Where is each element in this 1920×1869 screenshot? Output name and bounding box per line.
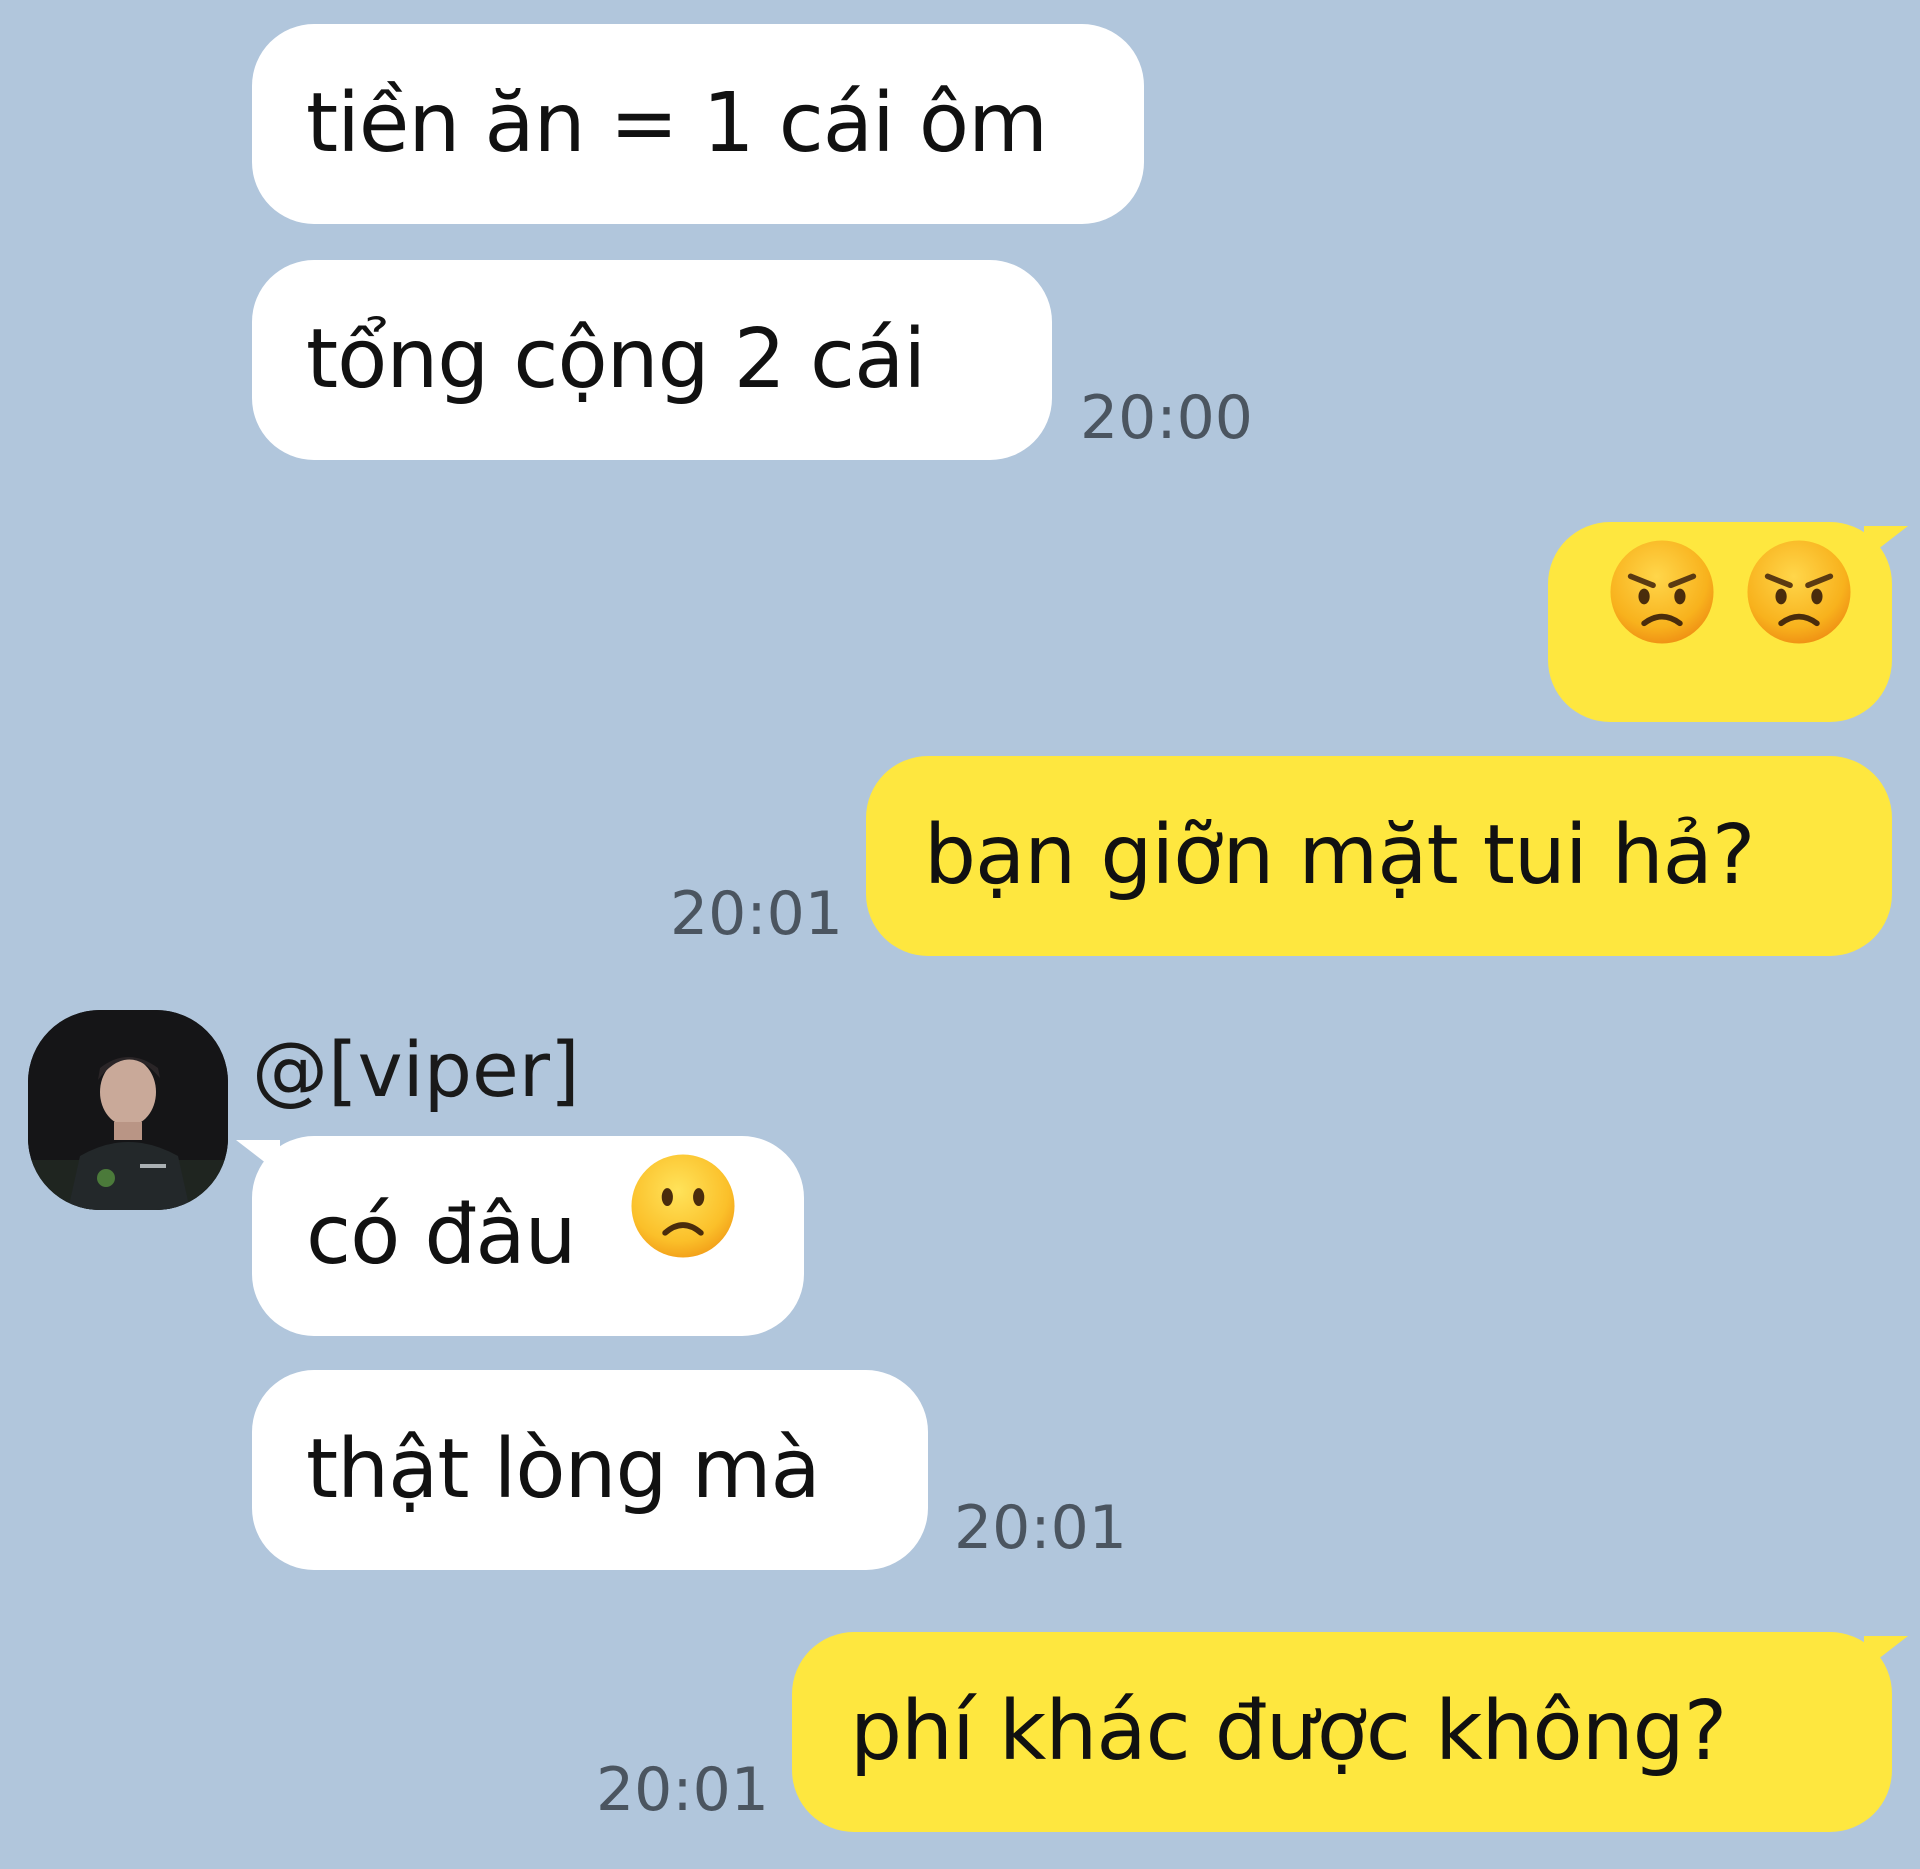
sender-name[interactable]: @[viper] [252,1030,580,1110]
outgoing-message-bubble[interactable]: bạn giỡn mặt tui hả? [866,756,1892,956]
bubble-tail [236,1140,280,1174]
message-text: tiền ăn = 1 cái ôm [306,76,1048,171]
profile-photo-icon [28,1010,228,1210]
incoming-message-bubble[interactable]: tổng cộng 2 cái [252,260,1052,460]
message-text: có đâu [306,1188,577,1283]
message-text: tổng cộng 2 cái [306,312,926,407]
message-timestamp: 20:01 [954,1493,1127,1563]
message-text: thật lòng mà [306,1422,821,1517]
outgoing-message-bubble[interactable]: phí khác được không? [792,1632,1908,1832]
message-timestamp: 20:00 [1080,383,1253,453]
message-text: phí khác được không? [850,1684,1727,1779]
incoming-message-bubble[interactable]: tiền ăn = 1 cái ôm [252,24,1144,224]
incoming-message-bubble[interactable]: thật lòng mà [252,1370,928,1570]
slightly-frowning-face-icon [627,1135,739,1335]
message-timestamp: 20:01 [670,879,843,949]
pouting-face-icon [1743,521,1855,721]
bubble-tail [1864,1636,1908,1670]
message-text: bạn giỡn mặt tui hả? [924,808,1755,903]
outgoing-message-bubble[interactable] [1548,521,1908,722]
bubble-tail [1864,526,1908,560]
avatar[interactable] [28,1010,228,1210]
incoming-message-bubble[interactable]: có đâu [236,1135,804,1336]
message-timestamp: 20:01 [596,1755,769,1825]
pouting-face-icon [1606,521,1718,721]
